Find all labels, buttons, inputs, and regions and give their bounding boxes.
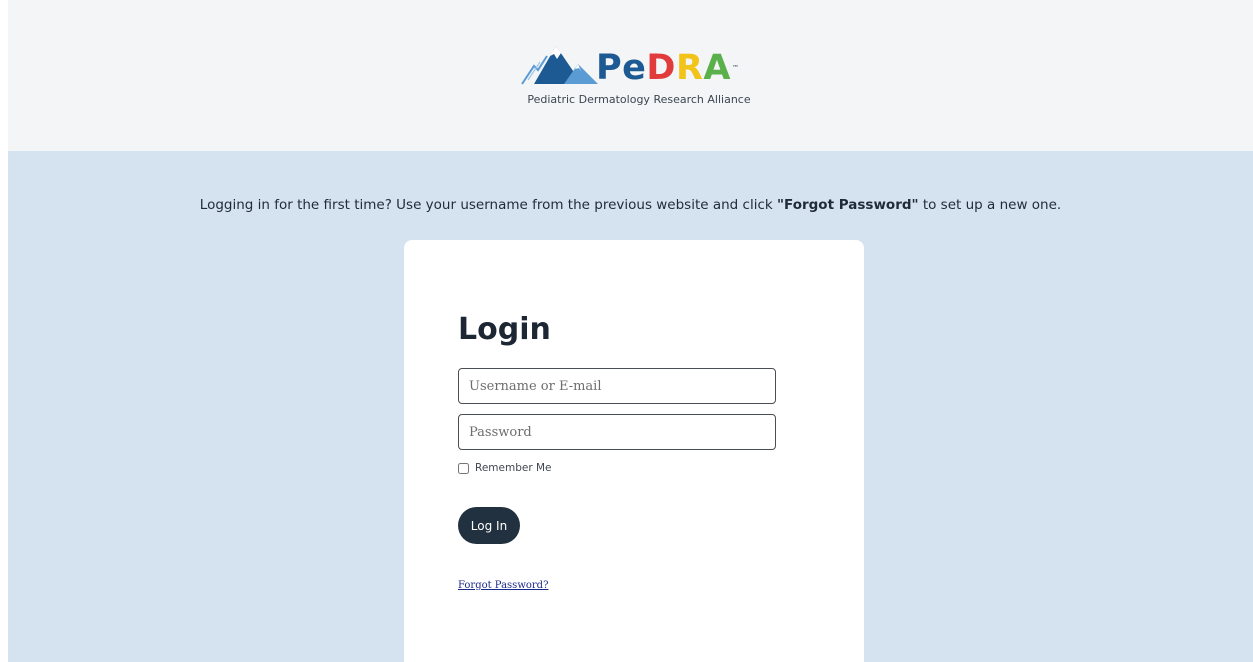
login-title: Login (458, 312, 551, 347)
logo-letters-pe: Pe (596, 48, 647, 88)
login-page: PeDRA™ Pediatric Dermatology Research Al… (8, 0, 1253, 662)
first-login-notice: Logging in for the first time? Use your … (8, 197, 1253, 213)
password-input[interactable] (458, 414, 776, 450)
logo-tagline: Pediatric Dermatology Research Alliance (527, 93, 751, 106)
remember-me-label: Remember Me (475, 462, 552, 474)
notice-text-after: to set up a new one. (918, 197, 1062, 213)
remember-me[interactable]: Remember Me (458, 460, 552, 476)
logo-letter-r: R (675, 48, 704, 88)
trademark-mark: ™ (732, 64, 740, 72)
forgot-password-link[interactable]: Forgot Password? (458, 580, 548, 591)
notice-emphasis: "Forgot Password" (777, 197, 919, 213)
remember-me-checkbox[interactable] (458, 462, 469, 474)
pedra-logo[interactable]: PeDRA™ Pediatric Dermatology Research Al… (510, 38, 770, 110)
logo-letter-a: A (703, 48, 731, 88)
mountain-icon (521, 46, 598, 85)
main-content: Logging in for the first time? Use your … (8, 151, 1253, 662)
log-in-button[interactable]: Log In (458, 507, 520, 544)
login-card: Login Remember Me Log In Forgot Password… (404, 240, 864, 662)
username-input[interactable] (458, 368, 776, 404)
logo-wordmark: PeDRA™ (596, 48, 740, 88)
site-header: PeDRA™ Pediatric Dermatology Research Al… (8, 0, 1253, 151)
notice-text-before: Logging in for the first time? Use your … (199, 197, 777, 213)
logo-letter-d: D (646, 48, 676, 88)
